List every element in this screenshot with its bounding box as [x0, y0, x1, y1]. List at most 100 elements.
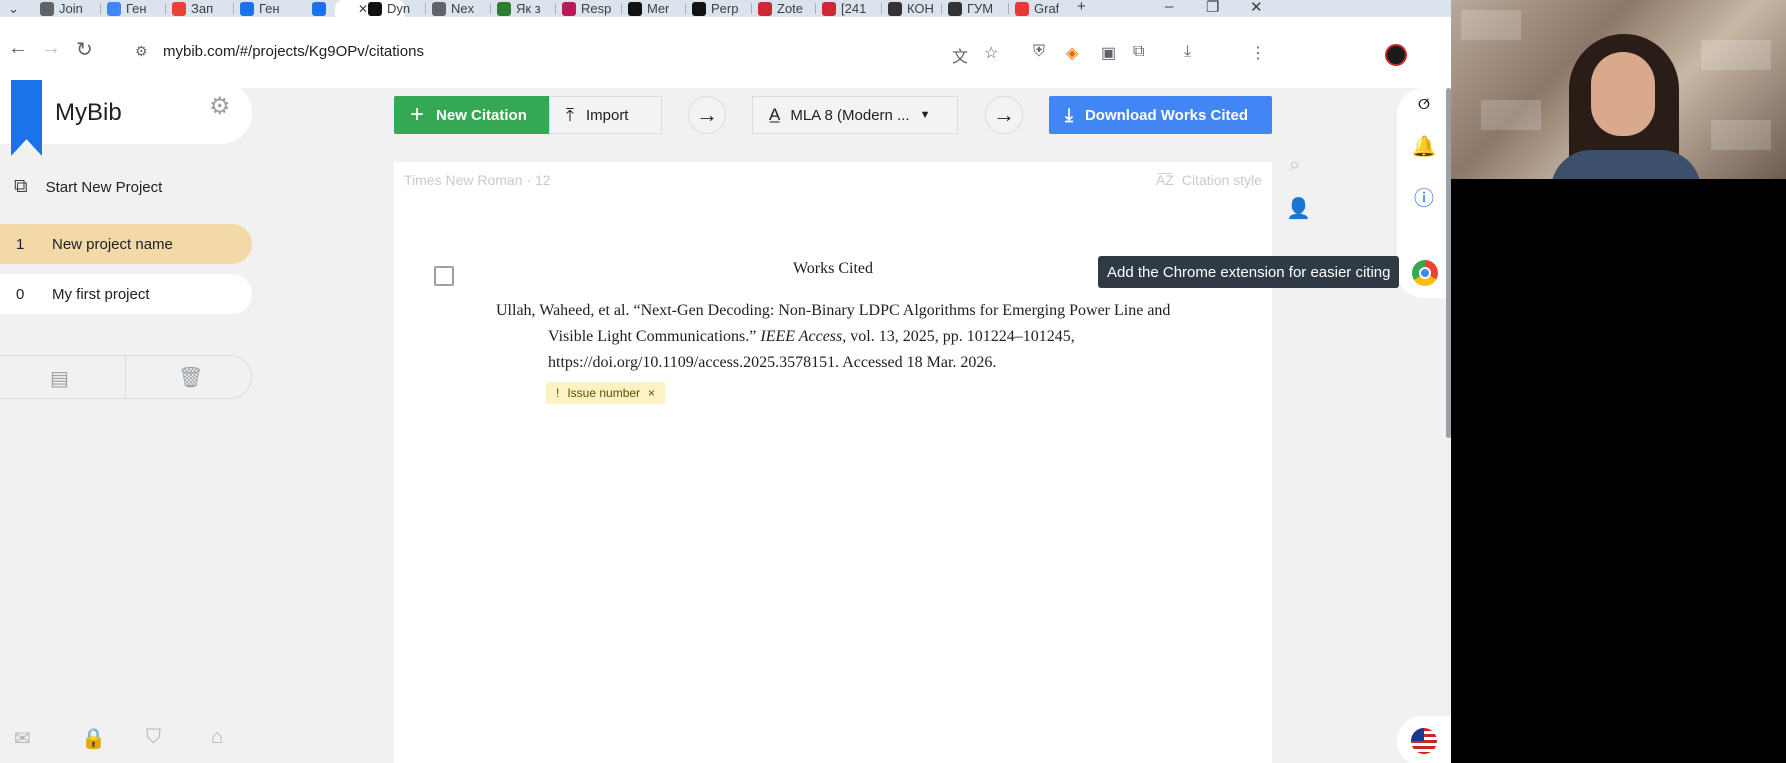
- tab-label: Zotе: [777, 1, 804, 16]
- minimize-icon[interactable]: –: [1165, 0, 1173, 15]
- tab-label: Graf: [1034, 1, 1060, 16]
- download-works-cited-button[interactable]: ⤓ Download Works Cited: [1049, 96, 1272, 134]
- dyn-icon: [368, 1, 382, 16]
- import-button[interactable]: ⤒ Import: [549, 96, 662, 134]
- extensions-puzzle-icon[interactable]: ⧉: [1133, 43, 1144, 61]
- browser-tab[interactable]: Mer: [628, 0, 669, 17]
- extension-orange-icon[interactable]: ◈: [1066, 43, 1078, 63]
- language-button[interactable]: [1397, 716, 1451, 763]
- reload-icon[interactable]: ↻: [76, 37, 93, 62]
- close-tab-icon[interactable]: ✕: [358, 2, 368, 16]
- translate-icon[interactable]: 文: [952, 43, 968, 67]
- globe-icon: [40, 1, 54, 16]
- tab-separator: [621, 3, 622, 14]
- url-text: mybib.com/#/projects/Kg9OPv/citations: [163, 42, 424, 60]
- tab-label: ГУМ: [967, 1, 994, 16]
- citation-journal: IEEE Access: [760, 328, 843, 345]
- citation-style-select[interactable]: A̲ MLA 8 (Modern ... ▼: [752, 96, 958, 134]
- profile-avatar[interactable]: [1385, 44, 1407, 66]
- tab-search-button[interactable]: ⌄: [8, 0, 19, 17]
- bookmark-star-icon[interactable]: ☆: [984, 43, 998, 63]
- restore-icon[interactable]: ❐: [1206, 0, 1219, 16]
- start-new-project-button[interactable]: ⧉ Start New Project: [14, 176, 162, 198]
- browser-tab[interactable]: Perp: [692, 0, 738, 17]
- upload-icon: ⤒: [566, 104, 574, 125]
- shield-check-icon[interactable]: ⛉: [146, 726, 161, 749]
- settings-gear-icon[interactable]: ⚙: [209, 92, 231, 121]
- next-step-button[interactable]: →: [688, 96, 726, 134]
- site-info-icon[interactable]: ⚙: [135, 43, 148, 60]
- graf-icon: [1015, 1, 1029, 16]
- chrome-icon[interactable]: [1412, 260, 1438, 286]
- tab-label: Dyn: [387, 1, 411, 16]
- project-item-my-first-project[interactable]: 0 My first project: [0, 274, 252, 314]
- mybib-bookmark-icon: [11, 80, 42, 156]
- extension-box-icon[interactable]: ▣: [1101, 43, 1116, 63]
- browser-tab[interactable]: Zotе: [758, 0, 803, 17]
- bell-icon[interactable]: 🔔: [1397, 134, 1451, 159]
- font-info[interactable]: Times New Roman · 12: [404, 172, 551, 188]
- tab-separator: [555, 3, 556, 14]
- browser-tab[interactable]: Nex: [432, 0, 474, 17]
- tab-label: Як з: [516, 1, 541, 16]
- divider: [125, 356, 126, 398]
- browser-tab[interactable]: Зап: [172, 0, 213, 17]
- m-icon: [628, 1, 642, 16]
- close-window-icon[interactable]: ✕: [1250, 0, 1263, 16]
- browser-tab[interactable]: Resp: [562, 0, 611, 17]
- tab-separator: [165, 3, 166, 14]
- browser-tab[interactable]: Ген: [240, 0, 280, 17]
- download-icon[interactable]: ⤓: [1184, 43, 1191, 61]
- webcam-video: [1451, 0, 1786, 179]
- address-bar[interactable]: ⚙ mybib.com/#/projects/Kg9OPv/citations: [125, 29, 1155, 73]
- browser-tab[interactable]: ✕: [312, 0, 368, 17]
- arrow-right-icon: →: [696, 102, 718, 127]
- globe-icon: [432, 1, 446, 16]
- citation-checkbox[interactable]: [434, 266, 454, 286]
- browser-tab[interactable]: [241: [822, 0, 866, 17]
- search-icon[interactable]: ⌕: [1289, 154, 1300, 177]
- browser-tab[interactable]: Як з: [497, 0, 541, 17]
- tab-label: Ген: [126, 1, 147, 16]
- project-name: New project name: [52, 235, 173, 253]
- tab-separator: [881, 3, 882, 14]
- x-icon: [822, 1, 836, 16]
- back-arrow-icon[interactable]: ←: [8, 37, 28, 60]
- tab-label: Join: [59, 1, 83, 16]
- download-icon: ⤓: [1065, 104, 1073, 125]
- chevron-down-icon: ⌄: [8, 0, 19, 16]
- next-step-button-2[interactable]: →: [985, 96, 1023, 134]
- menu-dots-icon[interactable]: ⋮: [1250, 43, 1266, 63]
- lock-icon[interactable]: 🔒: [81, 726, 106, 751]
- project-item-new-project[interactable]: 1 New project name: [0, 224, 252, 264]
- dismiss-warning-icon[interactable]: ×: [648, 386, 655, 400]
- citation-style-toggle[interactable]: A͞Z Citation style: [1156, 172, 1262, 188]
- citation-entry[interactable]: Ullah, Waheed, et al. “Next-Gen Decoding…: [496, 298, 1196, 376]
- shield-extension-icon[interactable]: ⛨: [1033, 43, 1045, 61]
- browser-tab[interactable]: Dyn: [368, 0, 410, 17]
- caret-down-icon: ▼: [919, 109, 931, 121]
- missing-field-warning-badge[interactable]: ! Issue number ×: [546, 382, 666, 404]
- add-project-icon: ⧉: [14, 176, 28, 197]
- sort-az-icon: A͞Z: [1155, 172, 1174, 188]
- new-citation-button[interactable]: + New Citation: [394, 96, 549, 134]
- browser-tab[interactable]: Join: [40, 0, 83, 17]
- project-actions-bar: ▤ 🗑: [0, 355, 252, 399]
- help-icon[interactable]: ⓘ: [1397, 182, 1451, 211]
- tab-separator: [425, 3, 426, 14]
- reader-icon[interactable]: ⵚ: [1397, 96, 1451, 113]
- browser-tab[interactable]: Graf: [1015, 0, 1059, 17]
- add-collaborator-icon[interactable]: 👤: [1286, 196, 1311, 221]
- new-tab-plus-icon[interactable]: +: [1077, 0, 1086, 15]
- trash-icon[interactable]: 🗑: [178, 365, 203, 390]
- archive-icon[interactable]: ▤: [50, 366, 69, 391]
- citation-style-label: Citation style: [1181, 172, 1262, 188]
- forward-arrow-icon[interactable]: →: [41, 37, 61, 60]
- browser-tab[interactable]: Ген: [107, 0, 147, 17]
- mail-icon[interactable]: ✉: [14, 726, 31, 751]
- home-icon[interactable]: ⌂: [211, 726, 223, 749]
- tab-label: [241: [841, 1, 867, 16]
- tab-separator: [490, 3, 491, 14]
- browser-tab[interactable]: КОН: [888, 0, 934, 17]
- browser-tab[interactable]: ГУМ: [948, 0, 993, 17]
